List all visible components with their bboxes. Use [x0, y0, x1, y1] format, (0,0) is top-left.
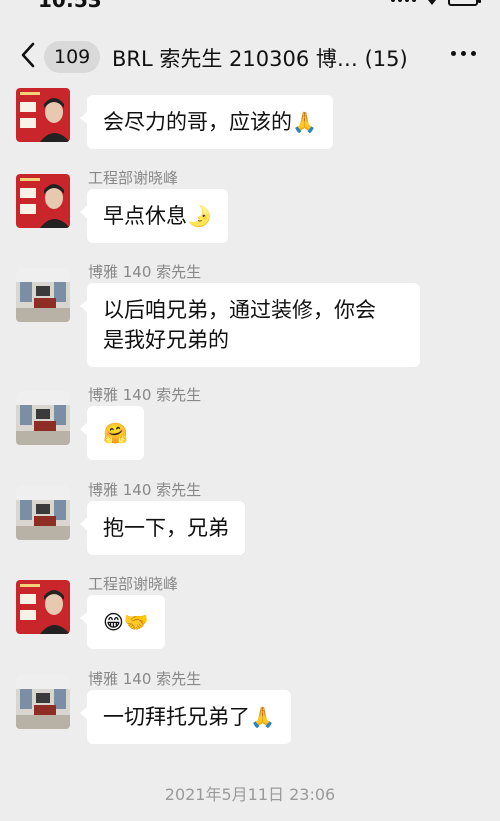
emoji: 🙏 [250, 705, 275, 729]
status-bar: 10:53 [0, 0, 500, 14]
message-text-line: 以后咱兄弟，通过装修，你会 [103, 298, 376, 322]
message-bubble[interactable]: 一切拜托兄弟了🙏 [80, 690, 291, 744]
message-bubble[interactable]: 🤗 [80, 406, 144, 460]
more-button[interactable] [451, 51, 476, 56]
sender-name: 博雅 140 索先生 [88, 263, 202, 281]
engineer-avatar[interactable] [16, 88, 70, 142]
chat-title[interactable]: BRL 索先生 210306 博… (15) [112, 43, 408, 73]
emoji: 😁🤝 [103, 610, 149, 634]
member-count: (15) [364, 47, 408, 71]
message-text: 早点休息 [103, 204, 187, 228]
engineer-avatar[interactable] [16, 174, 70, 228]
message-text: 一切拜托兄弟了 [103, 705, 250, 729]
message-bubble[interactable]: 抱一下，兄弟 [80, 501, 245, 555]
ellipsis-icon-dot [471, 51, 476, 56]
message-bubble[interactable]: 😁🤝 [80, 595, 165, 649]
nav-bar: 109 BRL 索先生 210306 博… (15) [0, 14, 500, 86]
office-avatar[interactable] [16, 391, 70, 445]
sender-name: 博雅 140 索先生 [88, 670, 202, 688]
message-bubble[interactable]: 以后咱兄弟，通过装修，你会 是我好兄弟的 [80, 283, 420, 367]
chat-screen: 10:53 109 BRL 索先生 210306 博… (15) 会尽力的哥，应… [0, 0, 500, 821]
wifi-icon [428, 0, 436, 5]
ellipsis-icon-dot [461, 51, 466, 56]
message-timestamp: 2021年5月11日 23:06 [164, 785, 336, 804]
ellipsis-icon-dot [451, 51, 456, 56]
emoji: 🌛 [187, 204, 212, 228]
back-button[interactable] [14, 40, 42, 70]
office-avatar[interactable] [16, 268, 70, 322]
sender-name: 工程部谢晓峰 [88, 169, 179, 187]
status-time: 10:53 [38, 0, 102, 12]
message-text: 会尽力的哥，应该的 [103, 110, 292, 134]
chat-title-text: BRL 索先生 210306 博… [112, 47, 358, 71]
sender-name: 工程部谢晓峰 [88, 575, 179, 593]
chevron-left-icon [21, 42, 35, 68]
unread-count-badge[interactable]: 109 [44, 41, 101, 73]
engineer-avatar[interactable] [16, 580, 70, 634]
emoji: 🤗 [103, 421, 128, 445]
message-bubble[interactable]: 早点休息🌛 [80, 189, 228, 243]
office-avatar[interactable] [16, 486, 70, 540]
status-icons [391, 0, 481, 6]
sender-name: 博雅 140 索先生 [88, 481, 202, 499]
emoji: 🙏 [292, 110, 317, 134]
battery-icon [448, 0, 481, 6]
office-avatar[interactable] [16, 675, 70, 729]
message-text: 抱一下，兄弟 [103, 516, 229, 540]
sender-name: 博雅 140 索先生 [88, 386, 202, 404]
signal-icon [391, 0, 416, 2]
message-bubble[interactable]: 会尽力的哥，应该的🙏 [80, 95, 333, 149]
message-text-line: 是我好兄弟的 [103, 328, 229, 352]
